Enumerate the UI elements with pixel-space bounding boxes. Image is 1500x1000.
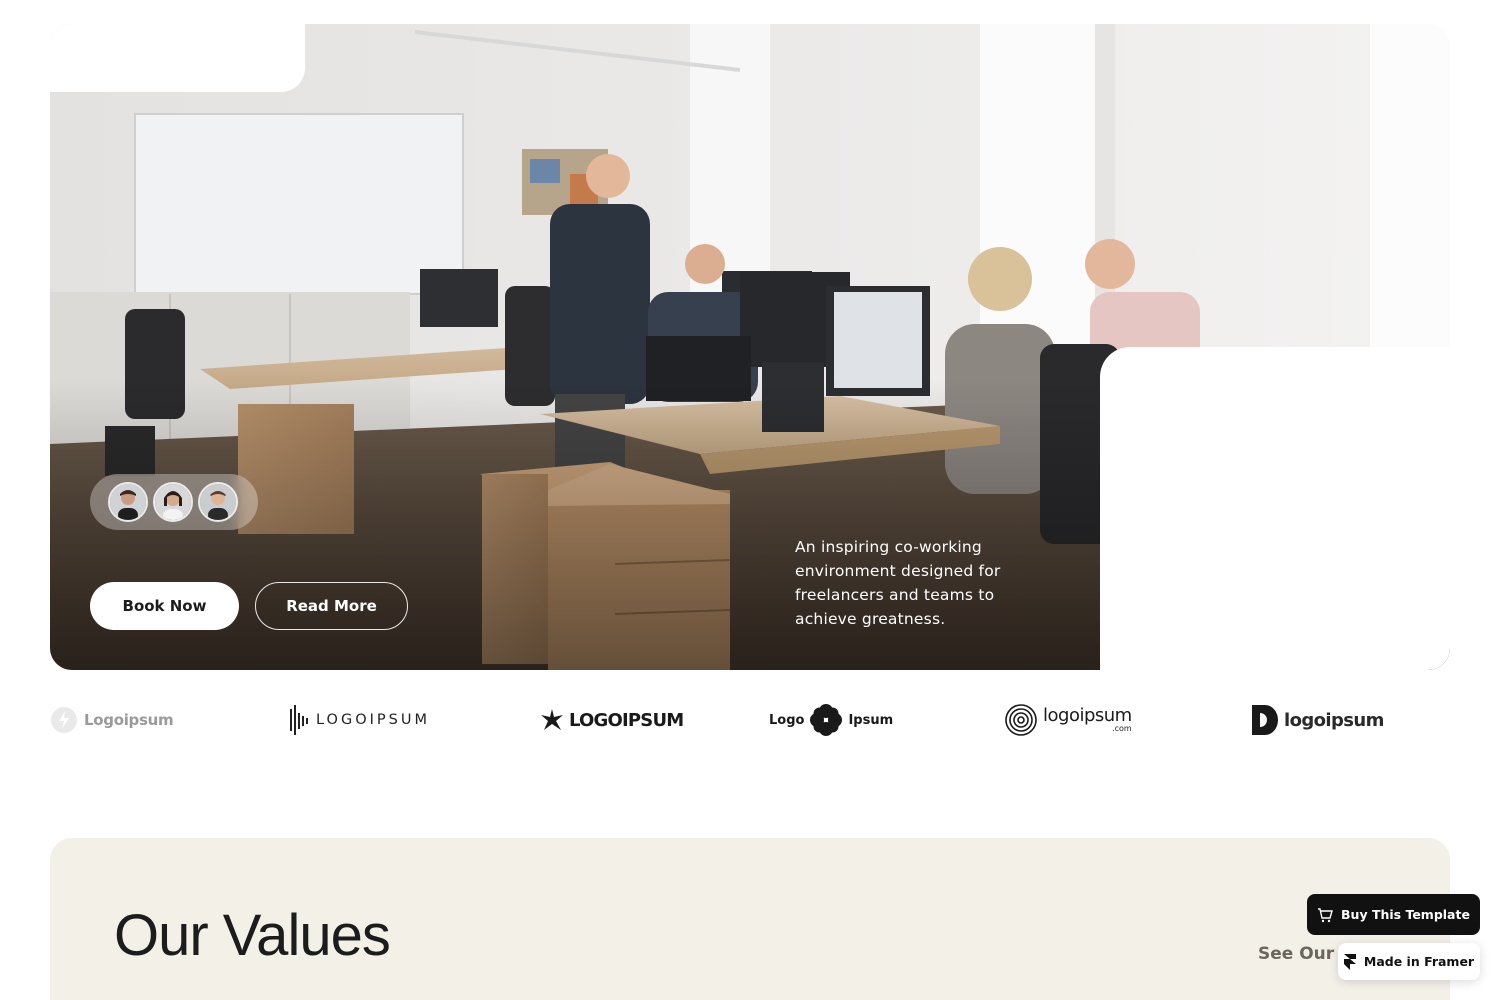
flower-icon bbox=[810, 704, 843, 736]
spiral-icon bbox=[1005, 704, 1037, 736]
partner-logos: Logoipsum LOGOIPSUM LOGOIPSUM Logo Ipsum… bbox=[50, 700, 1450, 740]
logo-1-text: Logoipsum bbox=[84, 711, 174, 729]
hero-corner-cutout bbox=[50, 24, 305, 92]
hero-tagline: An inspiring co-working environment desi… bbox=[795, 538, 1001, 628]
logo-2-text: LOGOIPSUM bbox=[316, 712, 430, 728]
logo-1: Logoipsum bbox=[50, 700, 174, 740]
framer-icon bbox=[1343, 953, 1356, 970]
star-burst-icon bbox=[541, 709, 563, 730]
values-title: Our Values bbox=[114, 903, 391, 968]
logo-6-text: logoipsum bbox=[1284, 709, 1384, 731]
made-in-framer-badge[interactable]: Made in Framer bbox=[1338, 943, 1480, 980]
buy-template-label: Buy This Template bbox=[1341, 907, 1470, 922]
logo-5-text: logoipsum bbox=[1043, 705, 1132, 726]
hero-corner-cutout-bottom bbox=[1100, 347, 1450, 670]
logo-5-suffix: .com bbox=[1112, 724, 1132, 733]
hero-section: Book Now Read More An inspiring co-worki… bbox=[50, 24, 1450, 670]
cart-icon bbox=[1318, 907, 1333, 922]
logo-4: Logo Ipsum bbox=[769, 700, 893, 740]
waveform-icon bbox=[290, 705, 308, 735]
avatar bbox=[108, 482, 148, 522]
avatar bbox=[198, 482, 238, 522]
bolt-circle-icon bbox=[51, 707, 77, 733]
logo-5: logoipsum .com bbox=[1005, 700, 1132, 740]
values-section: Our Values See Our S bbox=[50, 838, 1450, 1000]
logo-3: LOGOIPSUM bbox=[541, 700, 684, 740]
book-now-button[interactable]: Book Now bbox=[90, 582, 239, 630]
logo-4-text-left: Logo bbox=[769, 712, 805, 728]
buy-template-button[interactable]: Buy This Template bbox=[1307, 894, 1480, 935]
framer-label: Made in Framer bbox=[1363, 954, 1475, 969]
avatar bbox=[153, 482, 193, 522]
logo-3-text: LOGOIPSUM bbox=[569, 709, 684, 731]
team-avatars bbox=[90, 474, 258, 530]
logo-4-text-right: Ipsum bbox=[848, 712, 894, 728]
logo-6: logoipsum bbox=[1252, 700, 1384, 740]
logo-2: LOGOIPSUM bbox=[290, 700, 430, 740]
read-more-button[interactable]: Read More bbox=[255, 582, 408, 630]
half-circle-icon bbox=[1252, 705, 1278, 735]
